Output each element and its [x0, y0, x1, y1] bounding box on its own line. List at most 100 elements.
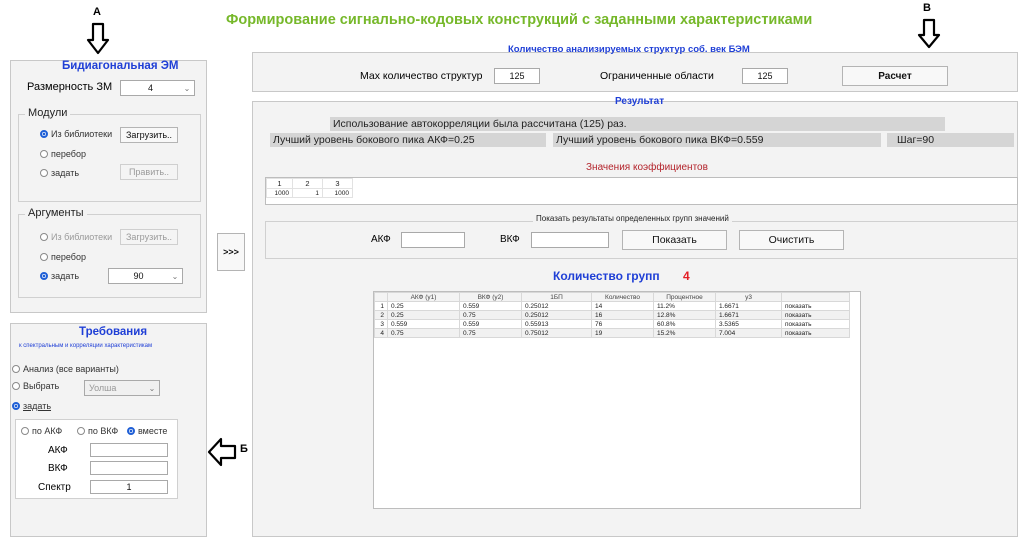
- clear-button[interactable]: Очистить: [739, 230, 844, 250]
- arguments-option-set[interactable]: задать: [40, 271, 79, 281]
- show-row-link[interactable]: показать: [781, 328, 850, 338]
- radio-unselected-icon: [77, 427, 85, 435]
- cell-y3: 1.6671: [715, 310, 782, 320]
- coef-value-cell: 1000: [266, 188, 293, 198]
- cell-1bp: 0.25012: [521, 301, 592, 311]
- arguments-value-select[interactable]: 90 ⌄: [108, 268, 183, 284]
- chevron-down-icon: ⌄: [183, 83, 191, 93]
- show-button[interactable]: Показать: [622, 230, 727, 250]
- cell-count: 16: [591, 310, 654, 320]
- col-header-percent[interactable]: Процентное: [653, 292, 716, 302]
- arrow-left-icon: [207, 437, 237, 467]
- cell-percent: 11.2%: [653, 301, 716, 311]
- col-header-action: [781, 292, 850, 302]
- requirements-vkf-input[interactable]: [90, 461, 168, 475]
- filter-legend: Показать результаты определенных групп з…: [533, 214, 732, 223]
- result-heading: Результат: [615, 96, 665, 107]
- radio-unselected-icon: [40, 169, 48, 177]
- cell-1bp: 0.25012: [521, 310, 592, 320]
- table-row[interactable]: 2 0.25 0.75 0.25012 16 12.8% 1.6671 пока…: [374, 310, 850, 320]
- together-option[interactable]: вместе: [127, 426, 167, 436]
- requirements-spectrum-label: Спектр: [38, 482, 71, 493]
- structures-heading: Количество анализируемых структур соб. в…: [508, 44, 750, 55]
- arguments-load-button[interactable]: Загрузить..: [120, 229, 178, 245]
- page-title: Формирование сигнально-кодовых конструкц…: [226, 12, 813, 28]
- col-header-akf[interactable]: АКФ (y1): [387, 292, 460, 302]
- arrow-down-icon: [917, 18, 941, 49]
- requirements-spectrum-input[interactable]: 1: [90, 480, 168, 494]
- row-index: 4: [374, 328, 388, 338]
- cell-y3: 1.6671: [715, 301, 782, 311]
- cell-akf: 0.25: [387, 301, 460, 311]
- dimension-select[interactable]: 4 ⌄: [120, 80, 195, 96]
- coef-header-cell: 2: [292, 178, 323, 189]
- groups-table-header: АКФ (y1) ВКФ (y2) 1БП Количество Процент…: [374, 292, 850, 302]
- radio-unselected-icon: [12, 365, 20, 373]
- col-header-index: [374, 292, 388, 302]
- arguments-option-search[interactable]: перебор: [40, 252, 86, 262]
- modules-option-set-label: задать: [51, 168, 80, 178]
- row-index: 3: [374, 319, 388, 329]
- cell-percent: 15.2%: [653, 328, 716, 338]
- arguments-option-library[interactable]: Из библиотеки: [40, 232, 112, 242]
- requirements-option-choose[interactable]: Выбрать: [12, 381, 59, 391]
- groups-count-value: 4: [683, 269, 690, 283]
- requirements-choose-value: Уолша: [89, 383, 117, 393]
- show-row-link[interactable]: показать: [781, 301, 850, 311]
- radio-unselected-icon: [40, 233, 48, 241]
- coef-value-cell: 1000: [322, 188, 353, 198]
- max-structures-input[interactable]: 125: [494, 68, 540, 84]
- modules-option-search[interactable]: перебор: [40, 149, 86, 159]
- cell-akf: 0.75: [387, 328, 460, 338]
- arrow-down-icon: [86, 22, 110, 55]
- cell-percent: 12.8%: [653, 310, 716, 320]
- modules-load-button[interactable]: Загрузить..: [120, 127, 178, 143]
- coef-header-cell: 3: [322, 178, 353, 189]
- cell-count: 19: [591, 328, 654, 338]
- show-row-link[interactable]: показать: [781, 319, 850, 329]
- arguments-option-set-label: задать: [51, 271, 80, 281]
- filter-vkf-input[interactable]: [531, 232, 609, 248]
- limited-areas-input[interactable]: 125: [742, 68, 788, 84]
- calculate-button[interactable]: Расчет: [842, 66, 948, 86]
- arguments-value: 90: [133, 271, 144, 281]
- show-row-link[interactable]: показать: [781, 310, 850, 320]
- groups-count-label: Количество групп: [553, 269, 660, 283]
- requirements-choose-select[interactable]: Уолша ⌄: [84, 380, 160, 396]
- col-header-1bp[interactable]: 1БП: [521, 292, 592, 302]
- dimension-value: 4: [147, 83, 153, 93]
- by-vkf-label: по ВКФ: [88, 426, 119, 436]
- requirements-option-analysis[interactable]: Анализ (все варианты): [12, 364, 119, 374]
- modules-option-set[interactable]: задать: [40, 168, 79, 178]
- col-header-vkf[interactable]: ВКФ (y2): [459, 292, 522, 302]
- radio-unselected-icon: [12, 382, 20, 390]
- table-row[interactable]: 3 0.559 0.559 0.55913 76 60.8% 3.5365 по…: [374, 319, 850, 329]
- requirements-option-analysis-label: Анализ (все варианты): [23, 364, 119, 374]
- requirements-akf-input[interactable]: [90, 443, 168, 457]
- by-akf-option[interactable]: по АКФ: [21, 426, 62, 436]
- col-header-y3[interactable]: y3: [715, 292, 782, 302]
- requirements-option-set[interactable]: задать: [12, 401, 51, 411]
- modules-option-library[interactable]: Из библиотеки: [40, 129, 112, 139]
- radio-selected-icon: [12, 402, 20, 410]
- radio-unselected-icon: [40, 150, 48, 158]
- dimension-label: Размерность ЗМ: [27, 81, 113, 93]
- row-index: 1: [374, 301, 388, 311]
- modules-option-search-label: перебор: [51, 149, 86, 159]
- by-vkf-option[interactable]: по ВКФ: [77, 426, 118, 436]
- cell-1bp: 0.55913: [521, 319, 592, 329]
- step-text: Шаг=90: [887, 133, 1014, 147]
- filter-akf-input[interactable]: [401, 232, 465, 248]
- requirements-subheading: к спектральным и корреляции характеристи…: [19, 343, 153, 349]
- best-akf-text: Лучший уровень бокового пика АКФ=0.25: [270, 133, 546, 147]
- col-header-count[interactable]: Количество: [591, 292, 654, 302]
- cell-vkf: 0.75: [459, 328, 522, 338]
- modules-edit-button[interactable]: Править..: [120, 164, 178, 180]
- groups-table-container: АКФ (y1) ВКФ (y2) 1БП Количество Процент…: [373, 291, 861, 509]
- modules-option-library-label: Из библиотеки: [51, 129, 113, 139]
- transfer-button[interactable]: >>>: [217, 233, 245, 271]
- table-row[interactable]: 1 0.25 0.559 0.25012 14 11.2% 1.6671 пок…: [374, 301, 850, 311]
- requirements-option-choose-label: Выбрать: [23, 381, 60, 391]
- row-index: 2: [374, 310, 388, 320]
- table-row[interactable]: 4 0.75 0.75 0.75012 19 15.2% 7.004 показ…: [374, 328, 850, 338]
